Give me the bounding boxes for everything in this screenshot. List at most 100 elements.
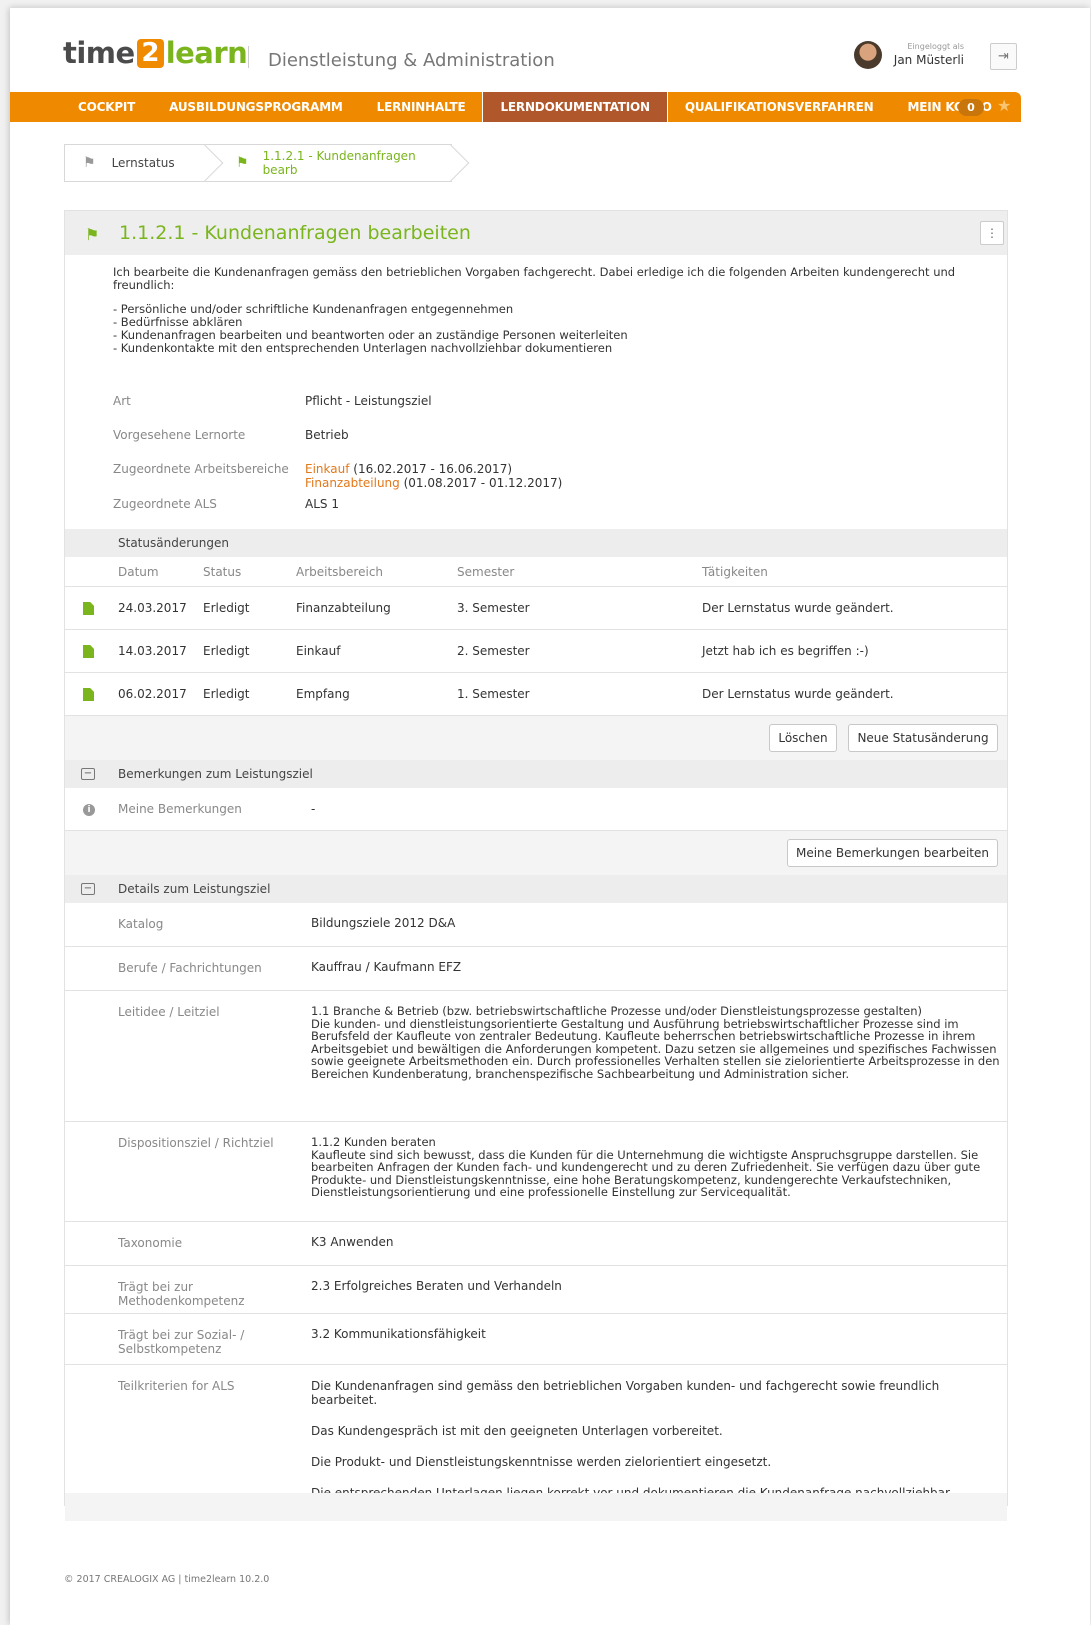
- lernstatus-icon: ⚑: [83, 155, 96, 171]
- remarks-row: i Meine Bemerkungen -: [65, 788, 1007, 831]
- status-actions: Löschen Neue Statusänderung: [65, 716, 1007, 760]
- section-title: Details zum Leistungsziel: [118, 882, 271, 896]
- cell-datum: 14.03.2017: [118, 644, 187, 658]
- nav-item-lerninhalte[interactable]: LERNINHALTE: [360, 92, 483, 122]
- field-value: Einkauf (16.02.2017 - 16.06.2017): [305, 462, 512, 476]
- main-nav: COCKPIT AUSBILDUNGSPROGRAMM LERNINHALTE …: [10, 92, 1021, 122]
- breadcrumb-separator: [432, 144, 470, 182]
- detail-row-taxonomie: Taxonomie K3 Anwenden: [65, 1222, 1007, 1266]
- table-row[interactable]: 06.02.2017 Erledigt Empfang 1. Semester …: [65, 673, 1007, 716]
- field-label: Vorgesehene Lernorte: [113, 428, 246, 442]
- detail-row-methodenkompetenz: Trägt bei zur Methodenkompetenz 2.3 Erfo…: [65, 1266, 1007, 1314]
- remarks-section-header[interactable]: − Bemerkungen zum Leistungsziel: [65, 760, 1007, 788]
- panel-header: ⚑ 1.1.2.1 - Kundenanfragen bearbeiten ⋮: [65, 211, 1007, 255]
- detail-label: Trägt bei zur Sozial- / Selbstkompetenz: [118, 1328, 245, 1356]
- description-bullet: - Kundenkontakte mit den entsprechenden …: [113, 341, 613, 355]
- remarks-label: Meine Bemerkungen: [118, 802, 242, 816]
- status-table-header: Datum Status Arbeitsbereich Semester Tät…: [65, 557, 1007, 587]
- collapse-icon[interactable]: −: [81, 768, 95, 780]
- field-value: Pflicht - Leistungsziel: [305, 394, 432, 408]
- teilkriterium: Die Produkt- und Dienstleistungskenntnis…: [311, 1455, 772, 1469]
- detail-label: Leitidee / Leitziel: [118, 1005, 220, 1019]
- logo[interactable]: time 2 learn: [63, 36, 248, 70]
- section-title: Bemerkungen zum Leistungsziel: [118, 767, 313, 781]
- panel-footer: [65, 1493, 1007, 1521]
- field-label: Zugeordnete Arbeitsbereiche: [113, 462, 289, 476]
- details-section-header[interactable]: − Details zum Leistungsziel: [65, 875, 1007, 903]
- field-label: Art: [113, 394, 131, 408]
- detail-row-katalog: Katalog Bildungsziele 2012 D&A: [65, 903, 1007, 947]
- leitidee-text: Die kunden- und dienstleistungsorientier…: [311, 1016, 1000, 1081]
- link-als[interactable]: ALS 1: [305, 497, 339, 511]
- link-finanzabteilung[interactable]: Finanzabteilung: [305, 476, 400, 490]
- detail-value: 2.3 Erfolgreiches Beraten und Verhandeln: [311, 1279, 562, 1293]
- nav-item-qualifikationsverfahren[interactable]: QUALIFIKATIONSVERFAHREN: [668, 92, 891, 122]
- app-frame: time 2 learn Dienstleistung & Administra…: [10, 8, 1090, 1625]
- status-section-header: Statusänderungen: [65, 529, 1007, 557]
- section-title: Statusänderungen: [118, 536, 229, 550]
- teilkriterium: Das Kundengespräch ist mit den geeignete…: [311, 1424, 723, 1438]
- cell-datum: 06.02.2017: [118, 687, 187, 701]
- avatar[interactable]: [854, 41, 882, 69]
- column-header: Status: [203, 565, 242, 579]
- teilkriterium: Die Kundenanfragen sind gemäss den betri…: [311, 1379, 940, 1407]
- remarks-actions: Meine Bemerkungen bearbeiten: [65, 831, 1007, 875]
- description-bullet: - Persönliche und/oder schriftliche Kund…: [113, 302, 514, 316]
- more-options-icon[interactable]: ⋮: [980, 221, 1004, 245]
- nav-item-cockpit[interactable]: COCKPIT: [10, 92, 152, 122]
- cell-bereich: Finanzabteilung: [296, 601, 391, 615]
- collapse-icon[interactable]: −: [81, 883, 95, 895]
- field-label: Zugeordnete ALS: [113, 497, 217, 511]
- detail-row-sozialkompetenz: Trägt bei zur Sozial- / Selbstkompetenz …: [65, 1314, 1007, 1365]
- document-icon: [83, 688, 94, 701]
- table-row[interactable]: 24.03.2017 Erledigt Finanzabteilung 3. S…: [65, 587, 1007, 630]
- cell-semester: 3. Semester: [457, 601, 530, 615]
- cell-status: Erledigt: [203, 601, 250, 615]
- detail-value: Kauffrau / Kaufmann EFZ: [311, 960, 462, 974]
- notification-badge[interactable]: 0: [958, 99, 984, 116]
- new-status-button[interactable]: Neue Statusänderung: [848, 724, 998, 752]
- leitidee-title: 1.1 Branche & Betrieb (bzw. betriebswirt…: [311, 1004, 922, 1018]
- header: time 2 learn Dienstleistung & Administra…: [10, 8, 1090, 88]
- breadcrumb-label: 1.1.2.1 - Kundenanfragen bearb: [262, 149, 416, 177]
- detail-label: Trägt bei zur Methodenkompetenz: [118, 1280, 245, 1308]
- nav-item-lerndokumentation[interactable]: LERNDOKUMENTATION: [482, 92, 668, 122]
- date-range: (16.02.2017 - 16.06.2017): [349, 462, 513, 476]
- cell-status: Erledigt: [203, 644, 250, 658]
- detail-label: Taxonomie: [118, 1236, 183, 1250]
- user-name[interactable]: Jan Müsterli: [894, 53, 964, 67]
- logo-text-learn: learn: [165, 36, 248, 70]
- column-header: Semester: [457, 565, 515, 579]
- detail-row-teilkriterien: Teilkriterien for ALS Die Kundenanfragen…: [65, 1365, 1007, 1500]
- nav-item-ausbildungsprogramm[interactable]: AUSBILDUNGSPROGRAMM: [152, 92, 360, 122]
- detail-label: Dispositionsziel / Richtziel: [118, 1136, 274, 1150]
- cell-datum: 24.03.2017: [118, 601, 187, 615]
- detail-value: 3.2 Kommunikationsfähigkeit: [311, 1327, 486, 1341]
- table-row[interactable]: 14.03.2017 Erledigt Einkauf 2. Semester …: [65, 630, 1007, 673]
- breadcrumb-item-current[interactable]: ⚑ 1.1.2.1 - Kundenanfragen bearb: [206, 144, 470, 182]
- star-icon[interactable]: ★: [997, 96, 1011, 115]
- description: Ich bearbeite die Kundenanfragen gemäss …: [113, 266, 983, 355]
- logo-text-time: time: [63, 36, 135, 70]
- detail-value: K3 Anwenden: [311, 1235, 394, 1249]
- nav-item-mein-konto[interactable]: MEIN KONTO: [891, 92, 1009, 122]
- cell-taetigkeit: Der Lernstatus wurde geändert.: [702, 687, 894, 701]
- disp-title: 1.1.2 Kunden beraten: [311, 1135, 436, 1149]
- delete-button[interactable]: Löschen: [769, 724, 837, 752]
- detail-value: Die Kundenanfragen sind gemäss den betri…: [311, 1379, 1001, 1500]
- link-einkauf[interactable]: Einkauf: [305, 462, 349, 476]
- detail-value: 1.1 Branche & Betrieb (bzw. betriebswirt…: [311, 1005, 1001, 1080]
- flag-icon: ⚑: [236, 155, 249, 171]
- cell-taetigkeit: Jetzt hab ich es begriffen :-): [702, 644, 869, 658]
- breadcrumb-label: Lernstatus: [111, 156, 175, 170]
- cell-semester: 2. Semester: [457, 644, 530, 658]
- logout-icon[interactable]: ⇥: [990, 43, 1017, 70]
- edit-remarks-button[interactable]: Meine Bemerkungen bearbeiten: [787, 839, 998, 867]
- field-value: Betrieb: [305, 428, 349, 442]
- cell-taetigkeit: Der Lernstatus wurde geändert.: [702, 601, 894, 615]
- breadcrumb-item-lernstatus[interactable]: ⚑ Lernstatus: [64, 144, 224, 182]
- cell-bereich: Einkauf: [296, 644, 341, 658]
- column-header: Arbeitsbereich: [296, 565, 384, 579]
- description-intro: Ich bearbeite die Kundenanfragen gemäss …: [113, 265, 956, 292]
- cell-status: Erledigt: [203, 687, 250, 701]
